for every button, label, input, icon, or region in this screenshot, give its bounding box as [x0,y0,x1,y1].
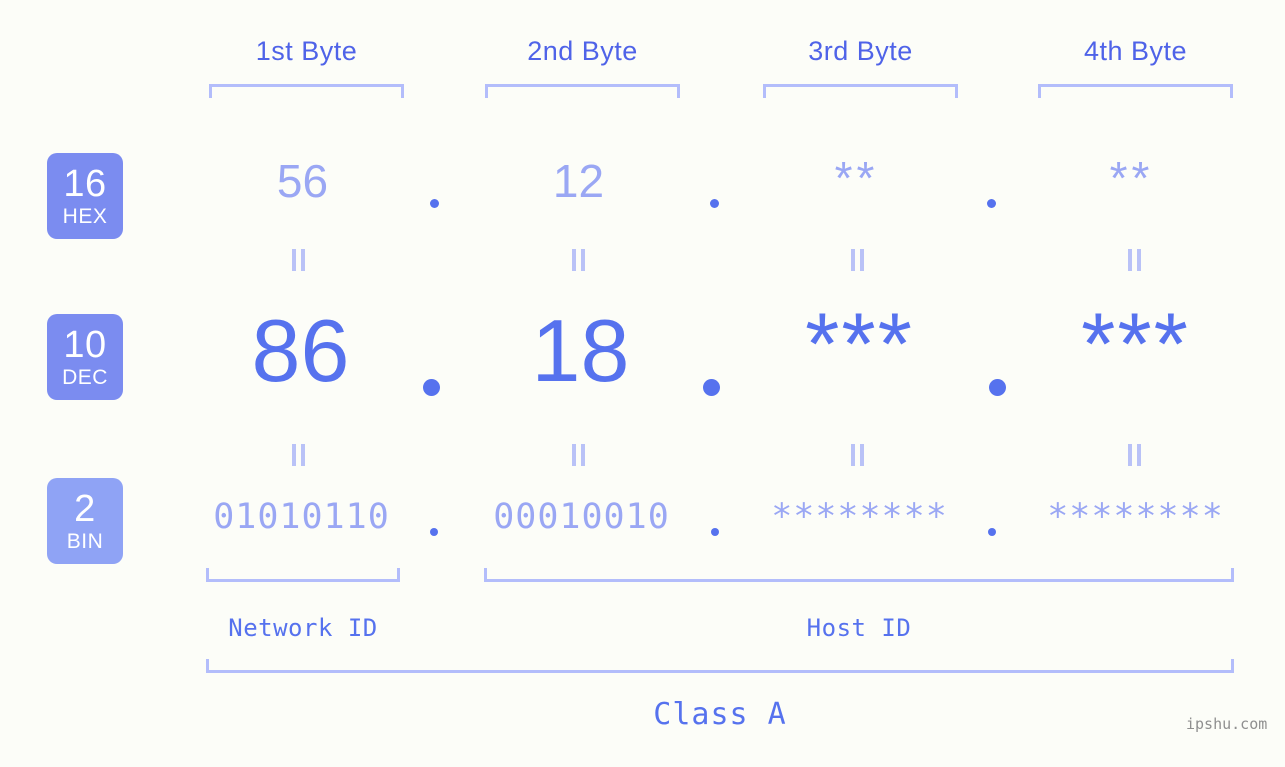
equals-connector-dec-bin-4 [1128,444,1141,466]
hex-value-byte-1: 56 [276,155,329,207]
byte-header-3: 3rd Byte [808,36,913,66]
base-badge-bin-name: BIN [66,530,104,553]
hex-separator-dot-2 [710,199,719,208]
dec-separator-dot-1 [423,379,440,396]
byte-bracket-top-4 [1038,84,1233,98]
bin-separator-dot-2 [711,528,719,536]
hex-value-byte-2: 12 [552,155,605,207]
base-badge-dec-name: DEC [62,366,108,389]
base-badge-bin-number: 2 [74,488,96,530]
hex-separator-dot-3 [987,199,996,208]
bin-value-byte-3: ******** [771,497,948,537]
watermark: ipshu.com [1186,715,1268,733]
host-id-bracket [484,568,1234,582]
equals-connector-hex-dec-2 [572,249,585,271]
equals-connector-hex-dec-4 [1128,249,1141,271]
dec-separator-dot-2 [703,379,720,396]
ip-breakdown-diagram: 1st Byte 2nd Byte 3rd Byte 4th Byte 16 H… [0,0,1285,767]
base-badge-bin: 2 BIN [47,478,123,564]
hex-value-byte-3: ** [834,152,879,204]
base-badge-dec: 10 DEC [47,314,123,400]
byte-bracket-top-2 [485,84,680,98]
dec-value-byte-1: 86 [251,301,350,400]
class-label: Class A [653,697,787,732]
host-id-label: Host ID [806,614,912,642]
network-id-label: Network ID [228,614,378,642]
equals-connector-dec-bin-2 [572,444,585,466]
bin-separator-dot-3 [988,528,996,536]
base-badge-hex: 16 HEX [47,153,123,239]
equals-connector-hex-dec-1 [292,249,305,271]
bin-value-byte-4: ******** [1047,497,1224,537]
equals-connector-hex-dec-3 [851,249,864,271]
dec-value-byte-4: *** [1081,294,1190,393]
class-bracket [206,659,1234,673]
dec-value-byte-3: *** [805,294,914,393]
base-badge-hex-name: HEX [62,205,108,228]
base-badge-dec-number: 10 [63,324,107,366]
network-id-bracket [206,568,400,582]
hex-value-byte-4: ** [1109,152,1154,204]
byte-bracket-top-3 [763,84,958,98]
bin-separator-dot-1 [430,528,438,536]
bin-value-byte-1: 01010110 [213,497,390,537]
hex-separator-dot-1 [430,199,439,208]
byte-header-2: 2nd Byte [527,36,638,66]
byte-header-4: 4th Byte [1083,36,1188,66]
bin-value-byte-2: 00010010 [493,497,670,537]
equals-connector-dec-bin-3 [851,444,864,466]
base-badge-hex-number: 16 [63,163,107,205]
byte-bracket-top-1 [209,84,404,98]
dec-separator-dot-3 [989,379,1006,396]
equals-connector-dec-bin-1 [292,444,305,466]
dec-value-byte-2: 18 [531,301,630,400]
byte-header-1: 1st Byte [255,36,358,66]
